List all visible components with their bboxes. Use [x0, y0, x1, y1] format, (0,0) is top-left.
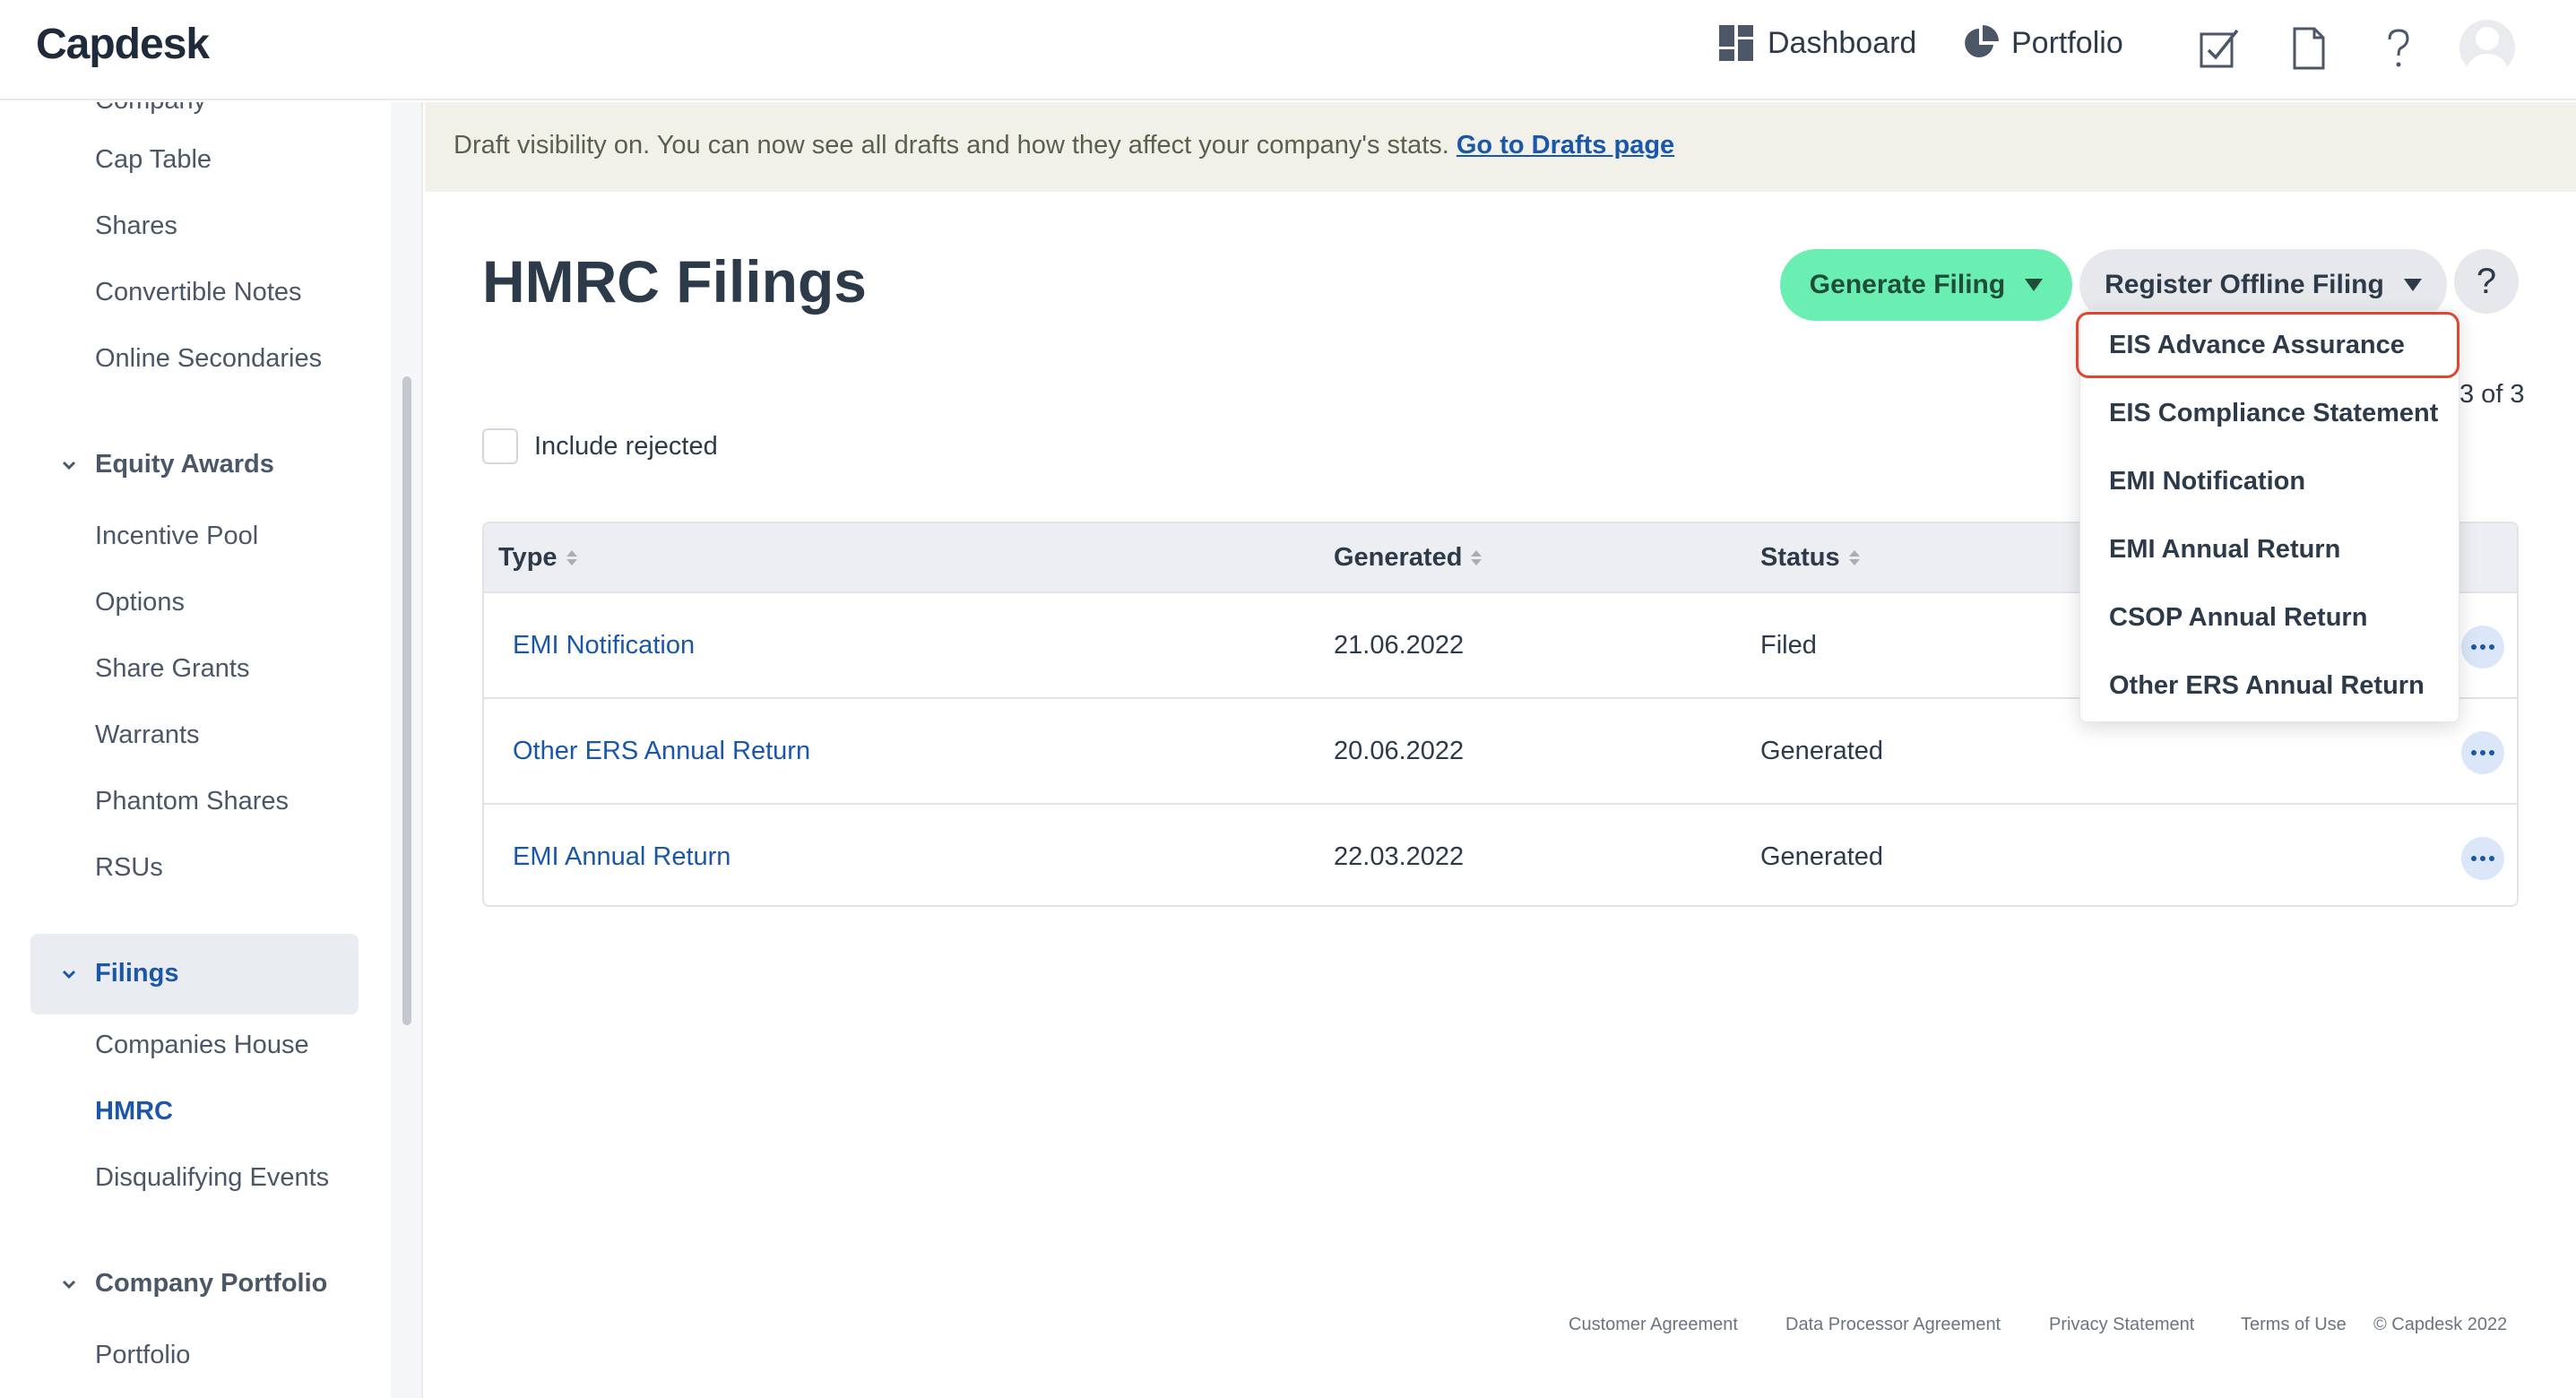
- sidebar-item-warrants[interactable]: Warrants: [95, 721, 200, 750]
- banner-text: Draft visibility on. You can now see all…: [454, 131, 1674, 160]
- sidebar-item-shares[interactable]: Shares: [95, 211, 177, 241]
- page-title: HMRC Filings: [482, 248, 867, 315]
- footer-terms-of-use-link[interactable]: Terms of Use: [2241, 1315, 2347, 1335]
- filing-status: Generated: [1760, 737, 1884, 765]
- nav-portfolio-label: Portfolio: [2011, 25, 2123, 60]
- row-more-actions-button[interactable]: [2461, 731, 2504, 774]
- user-avatar-icon[interactable]: [2459, 20, 2515, 75]
- sidebar-group-company-portfolio[interactable]: Company Portfolio: [95, 1269, 327, 1299]
- sidebar-item-phantom-shares[interactable]: Phantom Shares: [95, 787, 289, 816]
- sidebar-group-filings[interactable]: Filings: [95, 959, 178, 988]
- sidebar-item-convertible-notes[interactable]: Convertible Notes: [95, 278, 302, 307]
- footer-customer-agreement-link[interactable]: Customer Agreement: [1569, 1315, 1738, 1335]
- menu-item-emi-notification[interactable]: EMI Notification: [2109, 467, 2305, 496]
- nav-dashboard[interactable]: Dashboard: [1719, 25, 1916, 61]
- column-header-status[interactable]: Status: [1760, 543, 1860, 573]
- generate-filing-button[interactable]: Generate Filing: [1780, 249, 2072, 321]
- menu-item-other-ers-annual-return[interactable]: Other ERS Annual Return: [2109, 671, 2425, 701]
- chevron-down-icon: [62, 970, 76, 979]
- pagination-count: 3 of 3: [2459, 380, 2525, 409]
- tasks-check-icon[interactable]: [2198, 25, 2241, 72]
- banner-message: Draft visibility on. You can now see all…: [454, 131, 1457, 160]
- column-header-generated-label: Generated: [1334, 543, 1463, 572]
- filing-status: Generated: [1760, 842, 1884, 871]
- footer-copyright: © Capdesk 2022: [2373, 1315, 2508, 1334]
- chevron-down-icon: [62, 1280, 76, 1290]
- column-header-type[interactable]: Type: [498, 543, 577, 573]
- go-to-drafts-link[interactable]: Go to Drafts page: [1457, 131, 1674, 160]
- row-more-actions-button[interactable]: [2461, 626, 2504, 669]
- table-row: EMI Annual Return 22.03.2022 Generated: [484, 803, 2517, 905]
- sort-icon: [1471, 550, 1482, 565]
- sidebar-item-share-grants[interactable]: Share Grants: [95, 654, 249, 684]
- caret-down-icon: [2403, 279, 2422, 291]
- include-rejected-label[interactable]: Include rejected: [534, 432, 718, 462]
- footer-privacy-statement-link[interactable]: Privacy Statement: [2049, 1315, 2194, 1335]
- include-rejected-option[interactable]: Include rejected: [482, 428, 718, 464]
- filing-generated-date: 20.06.2022: [1334, 737, 1465, 765]
- filing-generated-date: 21.06.2022: [1334, 631, 1465, 660]
- sidebar-scrollbar-thumb[interactable]: [402, 376, 411, 1025]
- sidebar-item-options[interactable]: Options: [95, 588, 185, 617]
- sidebar-item-online-secondaries[interactable]: Online Secondaries: [95, 344, 322, 374]
- sidebar-item-cap-table[interactable]: Cap Table: [95, 145, 212, 175]
- filing-type-link[interactable]: EMI Notification: [513, 631, 695, 660]
- page-help-button[interactable]: ?: [2454, 249, 2519, 314]
- sidebar-group-equity-awards[interactable]: Equity Awards: [95, 450, 274, 479]
- sidebar-item-portfolio[interactable]: Portfolio: [95, 1341, 190, 1370]
- filing-status: Filed: [1760, 631, 1817, 660]
- column-header-status-label: Status: [1760, 543, 1840, 572]
- nav-portfolio[interactable]: Portfolio: [1963, 25, 2123, 61]
- sidebar-item-cutoff[interactable]: Company: [95, 102, 206, 116]
- dashboard-icon: [1719, 25, 1753, 61]
- sidebar-group-filings-highlight: [30, 934, 359, 1014]
- sort-icon: [566, 550, 577, 565]
- filing-generated-date: 22.03.2022: [1334, 842, 1465, 871]
- menu-item-emi-annual-return[interactable]: EMI Annual Return: [2109, 535, 2340, 565]
- sort-icon: [1848, 550, 1860, 565]
- footer-data-processor-agreement-link[interactable]: Data Processor Agreement: [1785, 1315, 2001, 1335]
- pie-chart-icon: [1965, 25, 1999, 57]
- sidebar-item-hmrc[interactable]: HMRC: [95, 1097, 173, 1126]
- menu-item-eis-compliance-statement[interactable]: EIS Compliance Statement: [2109, 399, 2438, 428]
- sidebar-item-companies-house[interactable]: Companies House: [95, 1031, 309, 1060]
- caret-down-icon: [2025, 279, 2044, 291]
- column-header-type-label: Type: [498, 543, 558, 572]
- menu-item-csop-annual-return[interactable]: CSOP Annual Return: [2109, 603, 2367, 633]
- filing-type-link[interactable]: Other ERS Annual Return: [513, 737, 810, 766]
- register-offline-filing-label: Register Offline Filing: [2105, 270, 2384, 299]
- sidebar-item-incentive-pool[interactable]: Incentive Pool: [95, 522, 258, 551]
- filing-type-link[interactable]: EMI Annual Return: [513, 842, 730, 872]
- top-bar: Capdesk Dashboard Portfolio: [0, 0, 2576, 100]
- capdesk-logo[interactable]: Capdesk: [36, 20, 210, 69]
- include-rejected-checkbox[interactable]: [482, 428, 518, 464]
- document-icon[interactable]: [2287, 25, 2330, 72]
- column-header-generated[interactable]: Generated: [1334, 543, 1482, 573]
- draft-visibility-banner: Draft visibility on. You can now see all…: [425, 102, 2576, 192]
- sidebar-item-rsus[interactable]: RSUs: [95, 853, 163, 883]
- row-more-actions-button[interactable]: [2461, 837, 2504, 880]
- generate-filing-label: Generate Filing: [1809, 270, 2006, 299]
- chevron-down-icon: [62, 461, 76, 470]
- sidebar-item-disqualifying-events[interactable]: Disqualifying Events: [95, 1163, 329, 1193]
- sidebar: Company Cap Table Shares Convertible Not…: [0, 102, 423, 1398]
- help-icon[interactable]: [2377, 25, 2420, 72]
- selection-highlight-outline: [2076, 312, 2459, 378]
- nav-dashboard-label: Dashboard: [1768, 25, 1917, 60]
